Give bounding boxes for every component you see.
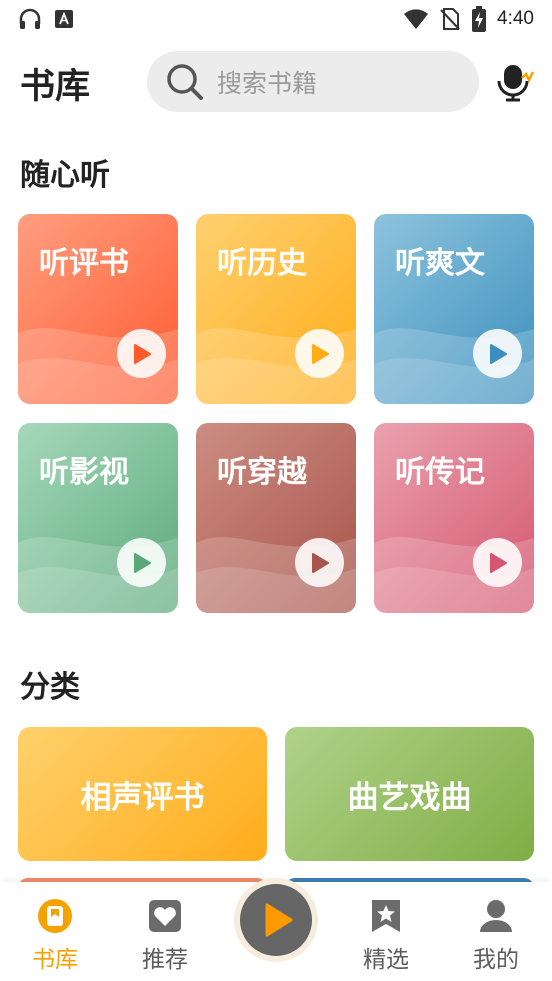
play-button[interactable] — [295, 329, 344, 378]
play-icon — [311, 343, 329, 364]
listen-card-pingshu[interactable]: 听评书 — [18, 214, 178, 404]
headset-icon — [19, 8, 41, 29]
center-play-inner — [240, 884, 312, 956]
status-time: 4:40 — [497, 8, 534, 29]
keyboard-a-icon — [55, 10, 73, 28]
listen-card-label: 听历史 — [217, 246, 307, 281]
category-label: 曲艺戏曲 — [347, 779, 472, 816]
play-icon — [133, 552, 151, 573]
section-title-category: 分类 — [20, 670, 80, 705]
tab-label: 书库 — [32, 947, 78, 973]
tab-recommend[interactable]: 推荐 — [120, 890, 210, 980]
listen-card-label: 听影视 — [39, 455, 129, 490]
header: 书库 搜索书籍 — [0, 48, 552, 118]
play-icon — [311, 552, 329, 573]
search-icon — [167, 63, 203, 100]
play-button[interactable] — [473, 538, 522, 587]
category-card-crosstalk[interactable]: 相声评书 — [18, 727, 267, 861]
heart-icon — [149, 900, 181, 932]
listen-card-label: 听传记 — [395, 455, 485, 490]
wifi-icon — [404, 9, 429, 29]
voice-search-icon[interactable] — [495, 62, 535, 102]
listen-card-web-novel[interactable]: 听爽文 — [374, 214, 534, 404]
tab-mine[interactable]: 我的 — [451, 890, 541, 980]
tab-label: 精选 — [363, 947, 409, 973]
listen-card-history[interactable]: 听历史 — [196, 214, 356, 404]
play-icon — [265, 903, 293, 937]
page-title: 书库 — [20, 67, 91, 107]
status-bar: 4:40 — [0, 0, 552, 38]
play-button[interactable] — [295, 538, 344, 587]
listen-card-label: 听穿越 — [217, 455, 307, 490]
listen-card-biography[interactable]: 听传记 — [374, 423, 534, 613]
category-card-opera[interactable]: 曲艺戏曲 — [285, 727, 534, 861]
user-icon — [480, 900, 512, 932]
category-label: 相声评书 — [80, 779, 205, 816]
tab-bookshelf[interactable]: 书库 — [10, 890, 100, 980]
section-title-listen: 随心听 — [20, 158, 110, 193]
listen-card-film[interactable]: 听影视 — [18, 423, 178, 613]
play-icon — [133, 343, 151, 364]
play-icon — [489, 552, 507, 573]
tab-label: 我的 — [473, 947, 519, 973]
play-button[interactable] — [117, 329, 166, 378]
search-input[interactable]: 搜索书籍 — [147, 51, 479, 112]
play-button[interactable] — [473, 329, 522, 378]
listen-card-label: 听评书 — [39, 246, 129, 281]
tab-label: 推荐 — [142, 947, 188, 973]
bookshelf-icon — [38, 899, 72, 933]
listen-card-time-travel[interactable]: 听穿越 — [196, 423, 356, 613]
no-sim-icon — [440, 8, 460, 30]
center-play-button[interactable] — [234, 878, 318, 962]
bottom-tab-bar: 书库 推荐 精选 我的 — [0, 878, 552, 981]
star-bookmark-icon — [372, 900, 400, 932]
play-button[interactable] — [117, 538, 166, 587]
search-placeholder: 搜索书籍 — [217, 68, 318, 98]
listen-card-label: 听爽文 — [395, 246, 485, 281]
tab-featured[interactable]: 精选 — [341, 890, 431, 980]
play-icon — [489, 343, 507, 364]
battery-charging-icon — [472, 6, 487, 32]
